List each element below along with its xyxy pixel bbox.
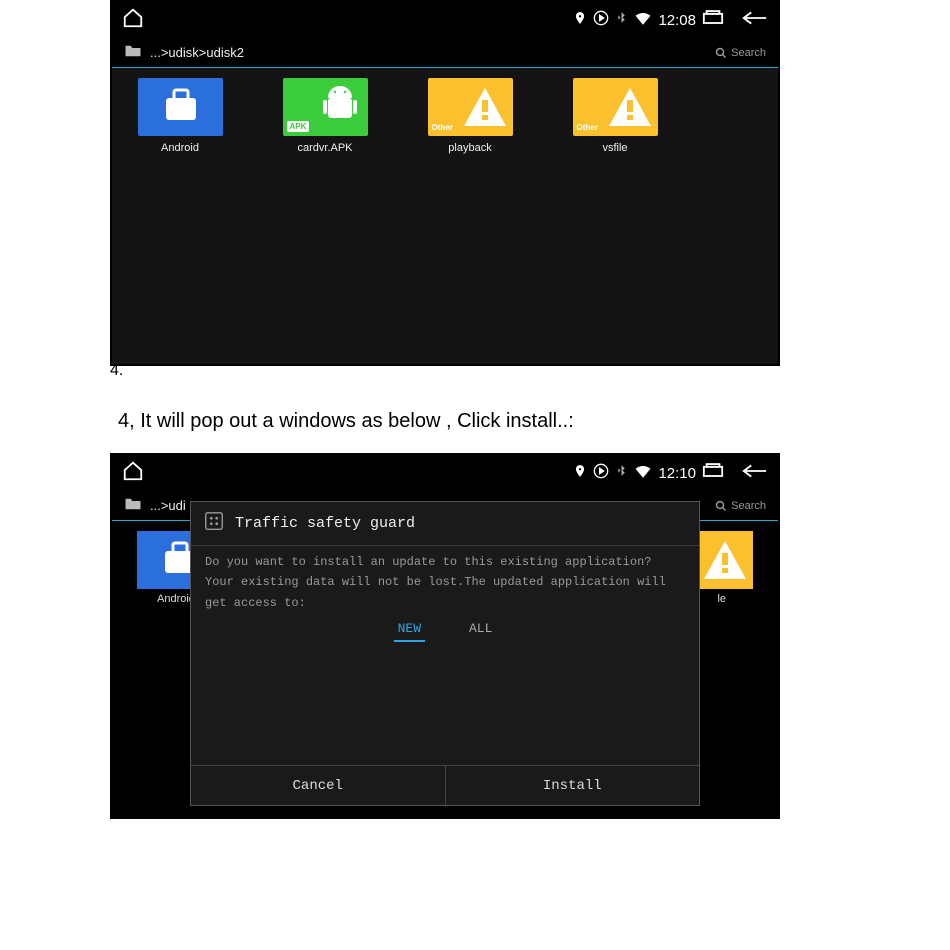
install-dialog: Traffic safety guard Do you want to inst… xyxy=(190,501,700,806)
install-button[interactable]: Install xyxy=(446,766,700,805)
bluetooth-icon xyxy=(615,10,628,30)
instruction-text: 4, It will pop out a windows as below , … xyxy=(118,410,840,433)
file-tile-cardvr-apk[interactable]: APK cardvr.APK xyxy=(265,78,385,154)
tab-new[interactable]: NEW xyxy=(394,617,425,642)
tab-all[interactable]: ALL xyxy=(465,617,496,642)
wifi-icon xyxy=(634,11,652,30)
dialog-title: Traffic safety guard xyxy=(235,515,415,532)
app-icon xyxy=(203,510,225,537)
breadcrumb-path[interactable]: ...>udi xyxy=(150,498,186,513)
wifi-icon xyxy=(634,464,652,483)
recents-icon[interactable] xyxy=(702,463,724,483)
home-icon[interactable] xyxy=(122,460,144,487)
folder-icon xyxy=(124,44,142,61)
dialog-body-text: Do you want to install an update to this… xyxy=(191,546,699,613)
back-icon[interactable] xyxy=(740,10,768,31)
location-icon xyxy=(573,11,587,30)
cancel-button[interactable]: Cancel xyxy=(191,766,446,805)
recents-icon[interactable] xyxy=(702,10,724,30)
location-icon xyxy=(573,464,587,483)
file-tile-vsfile[interactable]: Other vsfile xyxy=(555,78,675,154)
back-icon[interactable] xyxy=(740,463,768,484)
status-bar: 12:08 xyxy=(112,2,778,38)
clock-time: 12:10 xyxy=(658,465,696,482)
file-tile-playback[interactable]: Other playback xyxy=(410,78,530,154)
file-tile-android[interactable]: Android xyxy=(120,78,240,154)
search-button[interactable]: Search xyxy=(715,47,766,59)
breadcrumb-path[interactable]: ...>udisk>udisk2 xyxy=(150,45,244,60)
folder-icon xyxy=(124,497,142,514)
clock-time: 12:08 xyxy=(658,12,696,29)
screenshot-file-browser: 12:08 ...>udisk>udisk2 Search xyxy=(110,0,780,366)
home-icon[interactable] xyxy=(122,7,144,34)
bluetooth-icon xyxy=(615,463,628,483)
screenshot-install-dialog: 12:10 ...>udi Search Android le Traffic … xyxy=(110,453,780,819)
breadcrumb-bar: ...>udisk>udisk2 Search xyxy=(112,38,778,68)
play-icon xyxy=(593,463,609,484)
play-icon xyxy=(593,10,609,31)
status-bar: 12:10 xyxy=(112,455,778,491)
search-button[interactable]: Search xyxy=(715,500,766,512)
